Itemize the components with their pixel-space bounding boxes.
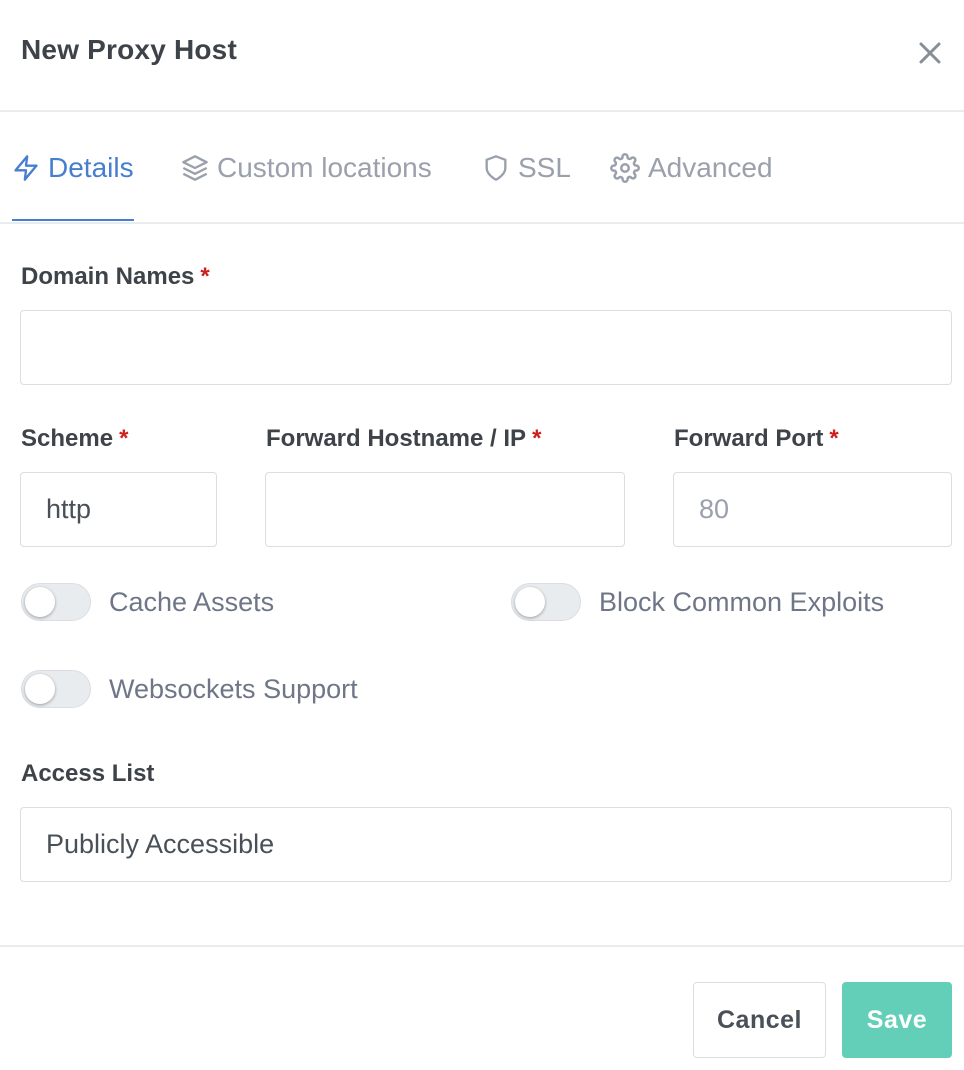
domain-names-input[interactable] (20, 310, 952, 385)
scheme-label: Scheme * (21, 425, 129, 452)
modal-footer: Cancel Save (0, 945, 964, 1070)
forward-port-input[interactable] (673, 472, 952, 547)
websockets-toggle[interactable]: Websockets Support (21, 670, 358, 708)
new-proxy-host-modal: New Proxy Host Details Custom locations (0, 0, 964, 1068)
block-exploits-toggle[interactable]: Block Common Exploits (511, 583, 884, 621)
tab-bar: Details Custom locations SSL Advanced (0, 112, 964, 224)
toggle-knob (515, 587, 545, 617)
gear-icon (610, 153, 640, 183)
cancel-button[interactable]: Cancel (693, 982, 826, 1058)
toggle-knob (25, 587, 55, 617)
modal-title: New Proxy Host (21, 34, 237, 65)
active-tab-indicator (12, 219, 134, 221)
required-mark: * (829, 425, 839, 452)
tab-custom-locations[interactable]: Custom locations (181, 150, 432, 186)
tab-label: SSL (518, 152, 571, 183)
toggle-switch[interactable] (511, 583, 581, 621)
cache-assets-label: Cache Assets (109, 586, 275, 617)
close-icon[interactable] (914, 37, 946, 69)
access-list-value: Publicly Accessible (46, 829, 275, 859)
save-button[interactable]: Save (842, 982, 952, 1058)
forward-hostname-label: Forward Hostname / IP * (266, 425, 542, 452)
forward-port-label: Forward Port * (674, 425, 839, 452)
websockets-label: Websockets Support (109, 673, 358, 704)
forward-hostname-input[interactable] (265, 472, 625, 547)
tab-advanced[interactable]: Advanced (610, 150, 773, 186)
tab-ssl[interactable]: SSL (482, 150, 571, 186)
tab-details[interactable]: Details (12, 150, 134, 186)
scheme-select[interactable]: http (20, 472, 217, 547)
shield-icon (485, 155, 507, 181)
tab-label: Custom locations (217, 152, 432, 183)
domain-names-label: Domain Names * (21, 263, 210, 290)
required-mark: * (200, 263, 210, 290)
toggle-switch[interactable] (21, 670, 91, 708)
required-mark: * (532, 425, 542, 452)
layers-icon (182, 155, 208, 181)
toggle-switch[interactable] (21, 583, 91, 621)
required-mark: * (119, 425, 129, 452)
access-list-label: Access List (21, 760, 155, 787)
modal-header: New Proxy Host (0, 0, 964, 112)
tab-label: Details (48, 152, 134, 183)
cache-assets-toggle[interactable]: Cache Assets (21, 583, 274, 621)
tab-label: Advanced (648, 152, 773, 183)
toggle-knob (25, 674, 55, 704)
lightning-icon (14, 155, 38, 181)
block-exploits-label: Block Common Exploits (599, 586, 885, 617)
scheme-value: http (46, 494, 92, 524)
access-list-select[interactable]: Publicly Accessible (20, 807, 952, 882)
